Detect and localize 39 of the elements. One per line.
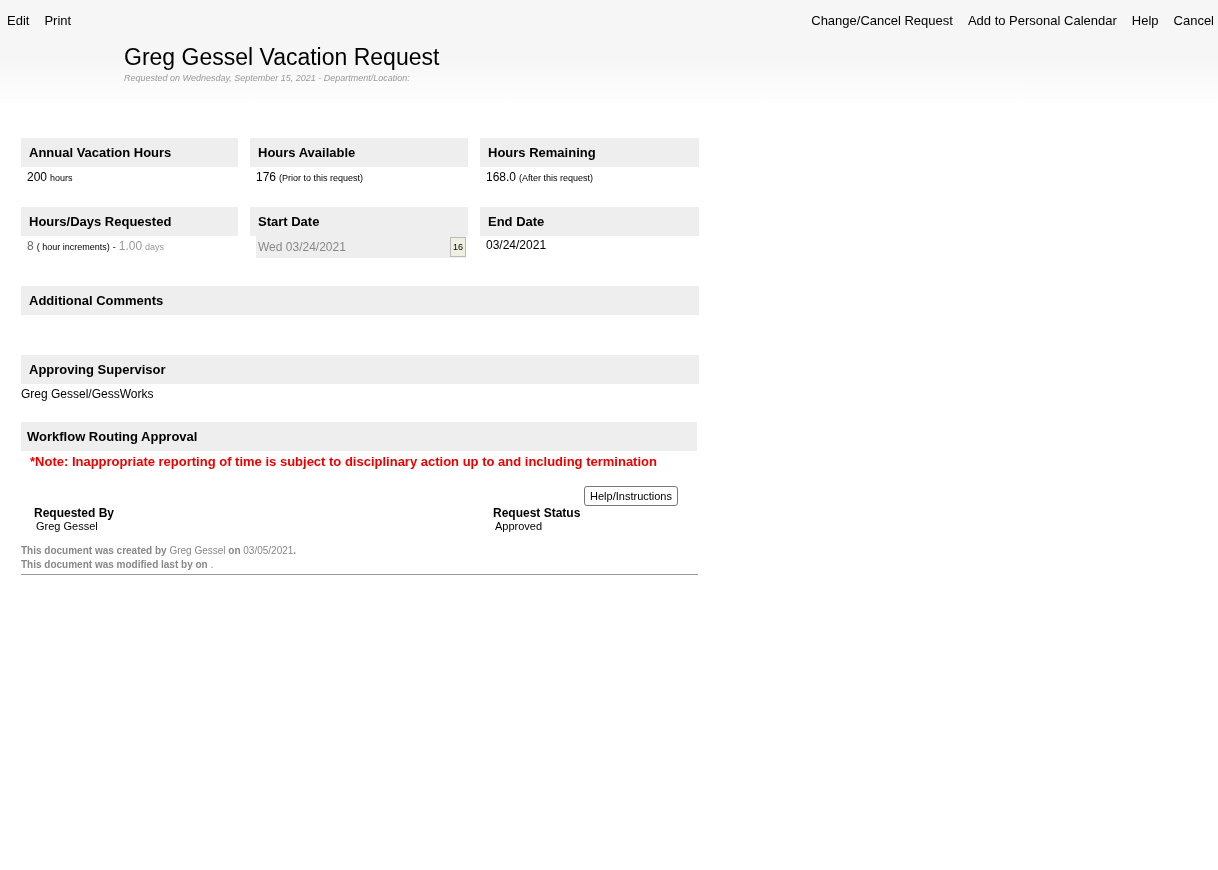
warning-note: *Note: Inappropriate reporting of time is subject to disciplinary action up to and including termination xyxy=(29,453,658,469)
toolbar-link[interactable]: Edit xyxy=(7,13,30,28)
section-header: Hours Remaining xyxy=(480,138,699,167)
toolbar-link[interactable]: Change/Cancel Request xyxy=(811,13,953,28)
section-header: Hours Available xyxy=(250,138,468,167)
supervisor-name: Greg Gessel/GessWorks xyxy=(21,386,155,403)
section-header: Hours/Days Requested xyxy=(21,207,238,236)
toolbar-link[interactable]: Cancel xyxy=(1173,13,1214,28)
section-header: Additional Comments xyxy=(21,286,699,315)
column-label: Requested By xyxy=(34,506,116,520)
document-info: This document was modified last by on . xyxy=(21,558,215,572)
field-value: 03/24/2021 xyxy=(486,238,547,252)
field-value: 1.00 xyxy=(118,239,143,253)
help-button[interactable]: Help/Instructions xyxy=(584,486,678,506)
field-value: 176 xyxy=(256,170,277,184)
page-subtitle: Requested on Wednesday, September 15, 2021 - Department/Location: xyxy=(124,73,411,83)
field-note: ( hour increments) xyxy=(36,242,110,252)
section-header: Annual Vacation Hours xyxy=(21,138,238,167)
section-header: Start Date xyxy=(250,207,468,236)
field-note: (Prior to this request) xyxy=(279,173,364,183)
document-info: This document was created by Greg Gessel on 03/05/2021. xyxy=(21,544,298,558)
field-value: 200 xyxy=(27,170,48,184)
column-label: Request Status xyxy=(493,506,581,520)
field-note: days xyxy=(145,242,165,252)
section-header: Workflow Routing Approval xyxy=(21,422,697,451)
toolbar-link[interactable]: Print xyxy=(44,13,72,28)
section-header: Approving Supervisor xyxy=(21,355,699,384)
section-header: End Date xyxy=(480,207,699,236)
field-note: (After this request) xyxy=(519,173,594,183)
toolbar-link[interactable]: Help xyxy=(1131,13,1159,28)
toolbar-link[interactable]: Add to Personal Calendar xyxy=(967,13,1117,28)
calendar-button[interactable]: 16 xyxy=(450,237,466,257)
field-value: 8 xyxy=(27,239,34,253)
page-title: Greg Gessel Vacation Request xyxy=(124,44,441,71)
separator-text: - xyxy=(112,242,116,252)
field-value: 168.0 xyxy=(486,170,517,184)
requester-name: Greg Gessel xyxy=(35,520,99,532)
field-note: hours xyxy=(50,173,73,183)
status-value: Approved xyxy=(494,520,544,532)
